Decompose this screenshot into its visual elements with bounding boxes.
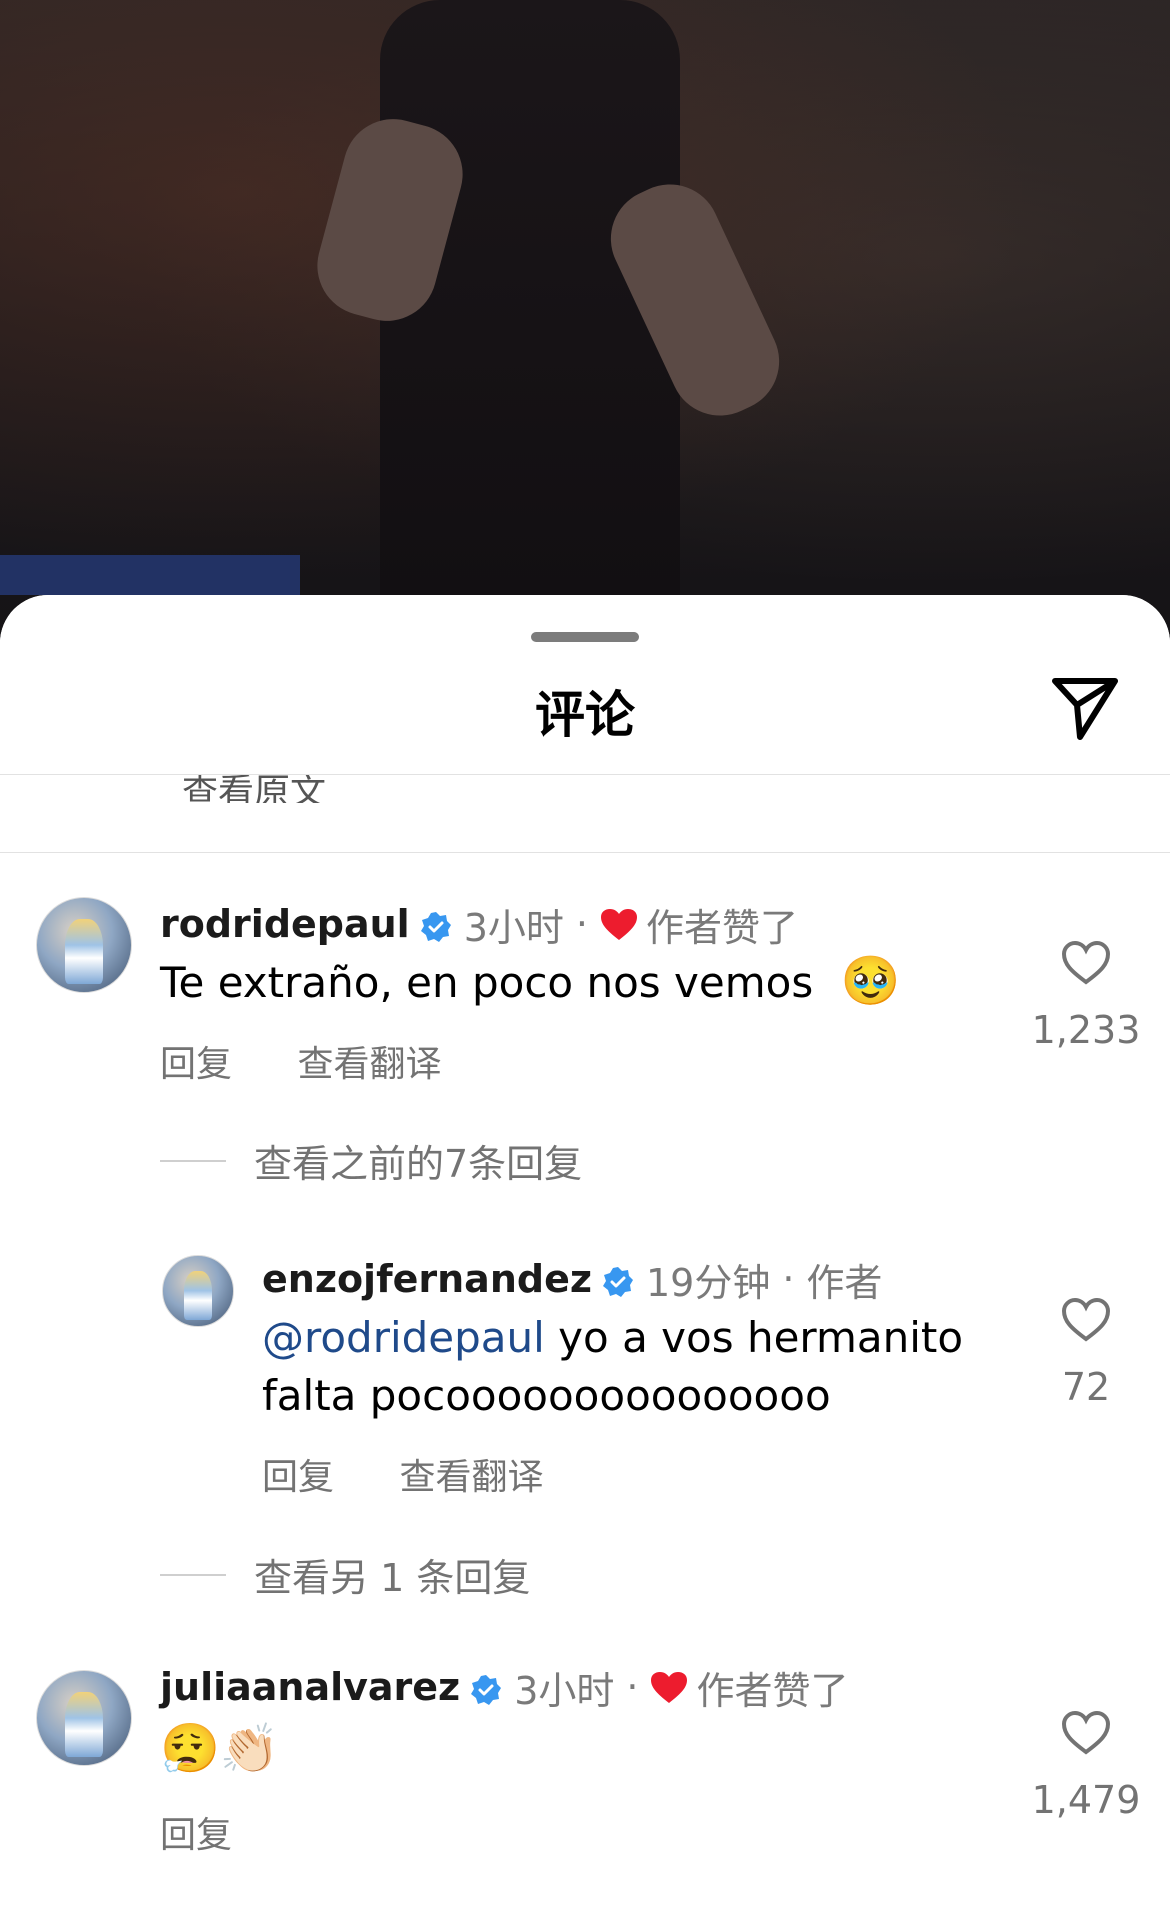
separator-dot: · <box>782 1257 795 1301</box>
comment-header: juliaanalvarez 3小时 · 作者赞了 <box>160 1658 848 1716</box>
sheet-title: 评论 <box>535 686 635 744</box>
pleading-face-emoji: 🥹 <box>840 953 901 1009</box>
heart-outline-icon[interactable] <box>1061 940 1111 986</box>
username[interactable]: rodridepaul <box>160 902 410 946</box>
reply-button[interactable]: 回复 <box>262 1457 334 1498</box>
liked-by-author-label: 作者赞了 <box>696 1668 849 1713</box>
replies-line <box>160 1159 226 1162</box>
like-count: 1,233 <box>1031 1008 1141 1052</box>
see-translation-button[interactable]: 查看翻译 <box>297 1044 441 1085</box>
comment-header: rodridepaul 3小时 · 作者赞了 <box>160 895 798 953</box>
view-more-replies-button[interactable]: 查看另 1 条回复 <box>160 1547 530 1602</box>
heart-filled-icon <box>600 907 638 941</box>
verified-badge-icon <box>602 1263 634 1297</box>
view-replies-label: 查看之前的7条回复 <box>254 1142 583 1186</box>
sheet-grabber-handle[interactable] <box>531 632 639 642</box>
emoji-comment: 😮‍💨👏🏻 <box>160 1721 280 1777</box>
heart-outline-icon[interactable] <box>1061 1710 1111 1756</box>
comment-time: 3小时 <box>463 905 564 950</box>
avatar[interactable] <box>36 1670 132 1766</box>
verified-badge-icon <box>470 1671 502 1705</box>
like-count: 1,479 <box>1031 1778 1141 1822</box>
comment-header: enzojfernandez 19分钟 · 作者 <box>262 1250 882 1308</box>
comment-text-line2: falta pocooooooooooooooo <box>262 1371 831 1420</box>
view-previous-replies-button[interactable]: 查看之前的7条回复 <box>160 1133 582 1188</box>
comment-text: @rodridepaul yo a vos hermanito falta po… <box>262 1309 963 1425</box>
like-column: 1,233 <box>1026 940 1146 1052</box>
replies-line <box>160 1573 226 1576</box>
stadium-banner <box>0 555 300 595</box>
comment-time: 3小时 <box>514 1668 615 1713</box>
heart-filled-icon <box>650 1670 688 1704</box>
paper-plane-icon[interactable] <box>1050 675 1120 741</box>
separator-dot: · <box>575 902 588 946</box>
heart-outline-icon[interactable] <box>1061 1297 1111 1343</box>
post-photo-background <box>0 0 1170 640</box>
sheet-header: 评论 <box>0 595 1170 775</box>
comment-text-content: Te extraño, en poco nos vemos <box>160 958 814 1007</box>
verified-badge-icon <box>420 908 452 942</box>
username[interactable]: juliaanalvarez <box>160 1665 460 1709</box>
like-column: 72 <box>1026 1297 1146 1409</box>
liked-by-author-label: 作者赞了 <box>646 905 799 950</box>
comment-text: 😮‍💨👏🏻 <box>160 1720 280 1780</box>
view-replies-label: 查看另 1 条回复 <box>254 1556 531 1600</box>
avatar[interactable] <box>36 897 132 993</box>
avatar[interactable] <box>162 1255 234 1327</box>
comment-text-line1: yo a vos hermanito <box>544 1313 964 1362</box>
comment-actions: 回复 查看翻译 <box>160 1035 495 1087</box>
like-column: 1,479 <box>1026 1710 1146 1822</box>
reply-button[interactable]: 回复 <box>160 1044 232 1085</box>
like-count: 72 <box>1061 1365 1111 1409</box>
comment-text: Te extraño, en poco nos vemos 🥹 <box>160 952 900 1012</box>
comment-time: 19分钟 <box>645 1260 771 1305</box>
author-label: 作者 <box>806 1260 883 1305</box>
separator-dot: · <box>626 1665 639 1709</box>
comment-actions: 回复 <box>160 1806 286 1858</box>
username[interactable]: enzojfernandez <box>262 1257 592 1301</box>
mention-link[interactable]: @rodridepaul <box>262 1313 545 1362</box>
reply-button[interactable]: 回复 <box>160 1815 232 1856</box>
divider <box>0 852 1170 853</box>
see-translation-button[interactable]: 查看翻译 <box>399 1457 543 1498</box>
comments-sheet: 评论 查看原文 rodridepaul 3小时 · 作者赞了 Te extrañ… <box>0 595 1170 1913</box>
comment-actions: 回复 查看翻译 <box>262 1448 597 1500</box>
